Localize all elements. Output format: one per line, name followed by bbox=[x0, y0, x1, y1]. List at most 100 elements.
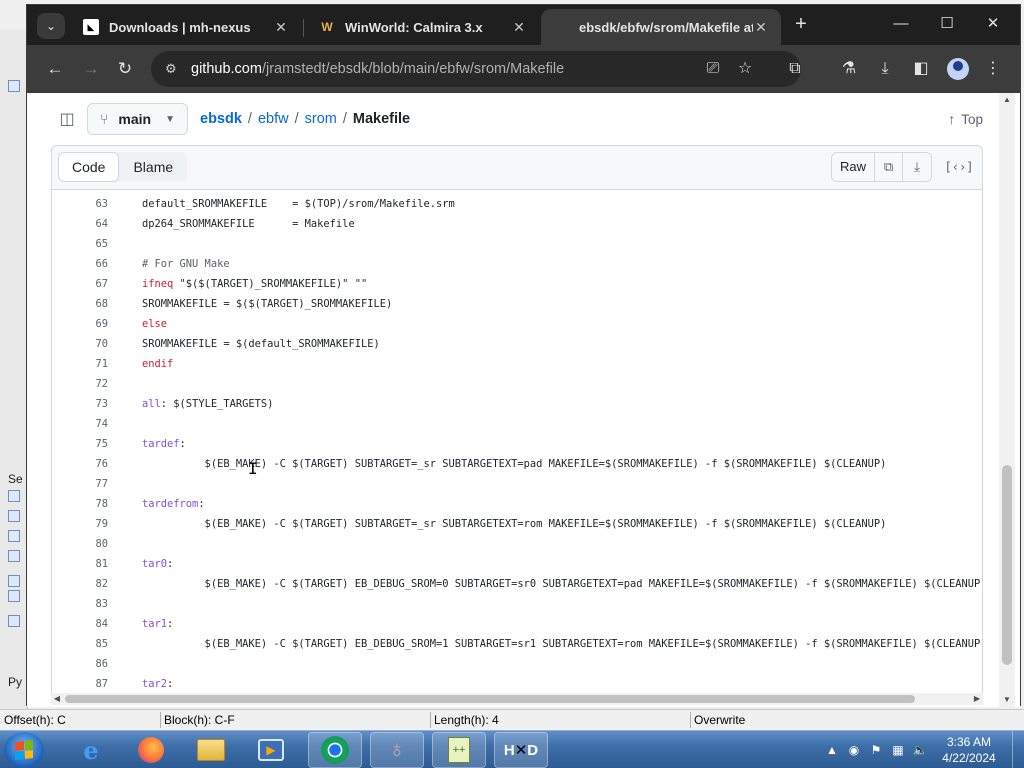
action-center-flag-icon[interactable]: ⚑ bbox=[868, 742, 884, 758]
side-panel-icon[interactable]: ◧ bbox=[907, 55, 935, 83]
chrome-icon[interactable] bbox=[308, 732, 362, 768]
line-number[interactable]: 85 bbox=[52, 634, 108, 654]
code-text: tar1: bbox=[142, 614, 173, 634]
line-number[interactable]: 74 bbox=[52, 414, 108, 434]
url-path: /jramstedt/ebsdk/blob/main/ebfw/srom/Mak… bbox=[261, 61, 565, 77]
vertical-scroll-thumb[interactable] bbox=[1002, 465, 1012, 665]
extensions-icon[interactable]: ⧉ bbox=[781, 55, 809, 83]
close-window-button[interactable]: ✕ bbox=[973, 11, 1013, 37]
close-tab-icon[interactable]: ✕ bbox=[511, 19, 527, 36]
raw-button[interactable]: Raw bbox=[832, 153, 875, 181]
line-number[interactable]: 79 bbox=[52, 514, 108, 534]
line-number[interactable]: 65 bbox=[52, 234, 108, 254]
volume-icon[interactable]: 🔈 bbox=[912, 742, 928, 758]
tab-code[interactable]: Code bbox=[58, 152, 120, 182]
line-number[interactable]: 78 bbox=[52, 494, 108, 514]
expand-file-tree-button[interactable]: ◫ bbox=[51, 103, 83, 135]
scroll-right-arrow-icon[interactable]: ▶ bbox=[971, 693, 983, 705]
line-number[interactable]: 66 bbox=[52, 254, 108, 274]
close-tab-icon[interactable]: ✕ bbox=[273, 19, 289, 36]
line-number[interactable]: 64 bbox=[52, 214, 108, 234]
breadcrumb: ebsdk / ebfw / srom / Makefile bbox=[200, 111, 410, 127]
start-button[interactable] bbox=[4, 732, 44, 768]
more-menu-icon[interactable]: ⋮ bbox=[979, 55, 1007, 83]
minimize-button[interactable]: — bbox=[881, 11, 921, 37]
breadcrumb-ebfw-link[interactable]: ebfw bbox=[258, 111, 289, 127]
line-number[interactable]: 87 bbox=[52, 674, 108, 694]
back-to-top-button[interactable]: ↑ Top bbox=[948, 103, 983, 135]
breadcrumb-separator: / bbox=[247, 111, 252, 127]
downloads-icon[interactable]: ⤓ bbox=[871, 55, 899, 83]
line-number[interactable]: 70 bbox=[52, 334, 108, 354]
breadcrumb-repo-link[interactable]: ebsdk bbox=[200, 111, 242, 127]
line-number[interactable]: 77 bbox=[52, 474, 108, 494]
tab-github-makefile[interactable]: ebsdk/ebfw/srom/Makefile at ✕ bbox=[541, 9, 781, 45]
code-text: $(EB_MAKE) -C $(TARGET) SUBTARGET=_sr SU… bbox=[142, 514, 887, 534]
clock[interactable]: 3:36 AM 4/22/2024 bbox=[934, 734, 1004, 766]
line-number[interactable]: 63 bbox=[52, 194, 108, 214]
line-number[interactable]: 81 bbox=[52, 554, 108, 574]
scroll-down-arrow-icon[interactable]: ▼ bbox=[999, 693, 1015, 707]
horizontal-scroll-thumb[interactable] bbox=[65, 695, 915, 703]
line-number[interactable]: 82 bbox=[52, 574, 108, 594]
line-number[interactable]: 71 bbox=[52, 354, 108, 374]
line-number[interactable]: 76 bbox=[52, 454, 108, 474]
line-number[interactable]: 86 bbox=[52, 654, 108, 674]
notepad-plus-plus-icon[interactable]: ++ bbox=[432, 732, 486, 768]
close-tab-icon[interactable]: ✕ bbox=[753, 19, 769, 36]
file-explorer-icon[interactable] bbox=[184, 732, 238, 768]
line-number[interactable]: 72 bbox=[52, 374, 108, 394]
download-icon: ⤓ bbox=[914, 159, 920, 174]
maximize-button[interactable]: ☐ bbox=[927, 11, 967, 37]
line-number[interactable]: 84 bbox=[52, 614, 108, 634]
hxd-hex-editor-icon[interactable]: H✕D bbox=[494, 732, 548, 768]
network-globe-icon[interactable]: ◉ bbox=[846, 742, 862, 758]
line-number[interactable]: 69 bbox=[52, 314, 108, 334]
line-number[interactable]: 68 bbox=[52, 294, 108, 314]
line-number[interactable]: 73 bbox=[52, 394, 108, 414]
reload-button[interactable]: ↻ bbox=[111, 55, 139, 83]
scroll-up-arrow-icon[interactable]: ▲ bbox=[999, 93, 1015, 107]
code-line: 65 bbox=[52, 234, 982, 254]
line-number[interactable]: 67 bbox=[52, 274, 108, 294]
background-label-fragment-2: Py bbox=[8, 675, 23, 689]
line-number[interactable]: 80 bbox=[52, 534, 108, 554]
internet-explorer-icon[interactable]: e bbox=[64, 732, 118, 768]
new-tab-button[interactable]: + bbox=[789, 13, 813, 37]
media-player-icon[interactable]: ▶ bbox=[244, 732, 298, 768]
code-token: $(EB_MAKE) -C $(TARGET) EB_DEBUG_SROM=1 … bbox=[142, 638, 983, 650]
scroll-left-arrow-icon[interactable]: ◀ bbox=[51, 693, 63, 705]
show-desktop-button[interactable] bbox=[1012, 731, 1024, 768]
line-number[interactable]: 75 bbox=[52, 434, 108, 454]
branch-selector-button[interactable]: ⑂ main ▼ bbox=[87, 103, 188, 135]
tab-downloads-mh-nexus[interactable]: ◣ Downloads | mh-nexus ✕ bbox=[71, 9, 301, 45]
copy-raw-button[interactable]: ⧉ bbox=[875, 153, 903, 181]
code-text: SROMMAKEFILE = $($(TARGET)_SROMMAKEFILE) bbox=[142, 294, 392, 314]
bookmark-star-icon[interactable]: ☆ bbox=[731, 53, 759, 85]
labs-flask-icon[interactable]: ⚗ bbox=[835, 55, 863, 83]
background-side-panel bbox=[0, 30, 28, 710]
forward-button[interactable]: → bbox=[77, 55, 105, 83]
tab-search-button[interactable]: ⌄ bbox=[37, 13, 65, 39]
maximize-icon: ☐ bbox=[940, 15, 954, 32]
tab-blame[interactable]: Blame bbox=[119, 152, 187, 182]
back-button[interactable]: ← bbox=[41, 55, 69, 83]
show-hidden-icons-icon[interactable]: ▲ bbox=[824, 742, 840, 758]
tab-winworld-calmira[interactable]: W WinWorld: Calmira 3.x ✕ bbox=[307, 9, 539, 45]
breadcrumb-srom-link[interactable]: srom bbox=[305, 111, 337, 127]
profile-avatar-icon[interactable] bbox=[947, 58, 969, 80]
horizontal-scrollbar[interactable]: ◀ ▶ bbox=[51, 693, 983, 705]
code-text: $(EB_MAKE) -C $(TARGET) EB_DEBUG_SROM=1 … bbox=[142, 634, 983, 654]
install-app-icon[interactable]: ⎚ bbox=[699, 53, 727, 85]
network-icon[interactable]: ▦ bbox=[890, 742, 906, 758]
unknown-app-icon[interactable]: ♁ bbox=[370, 732, 424, 768]
code-line: 80 bbox=[52, 534, 982, 554]
line-number[interactable]: 83 bbox=[52, 594, 108, 614]
browser-toolbar: ← → ↻ ⚙ github.com/jramstedt/ebsdk/blob/… bbox=[27, 45, 1020, 93]
plus-icon: + bbox=[795, 13, 807, 35]
site-info-icon[interactable]: ⚙ bbox=[165, 61, 181, 77]
symbols-panel-button[interactable]: [‹›] bbox=[944, 152, 974, 182]
download-raw-button[interactable]: ⤓ bbox=[903, 153, 931, 181]
vertical-scrollbar[interactable]: ▲ ▼ bbox=[999, 93, 1015, 707]
firefox-icon[interactable] bbox=[124, 732, 178, 768]
